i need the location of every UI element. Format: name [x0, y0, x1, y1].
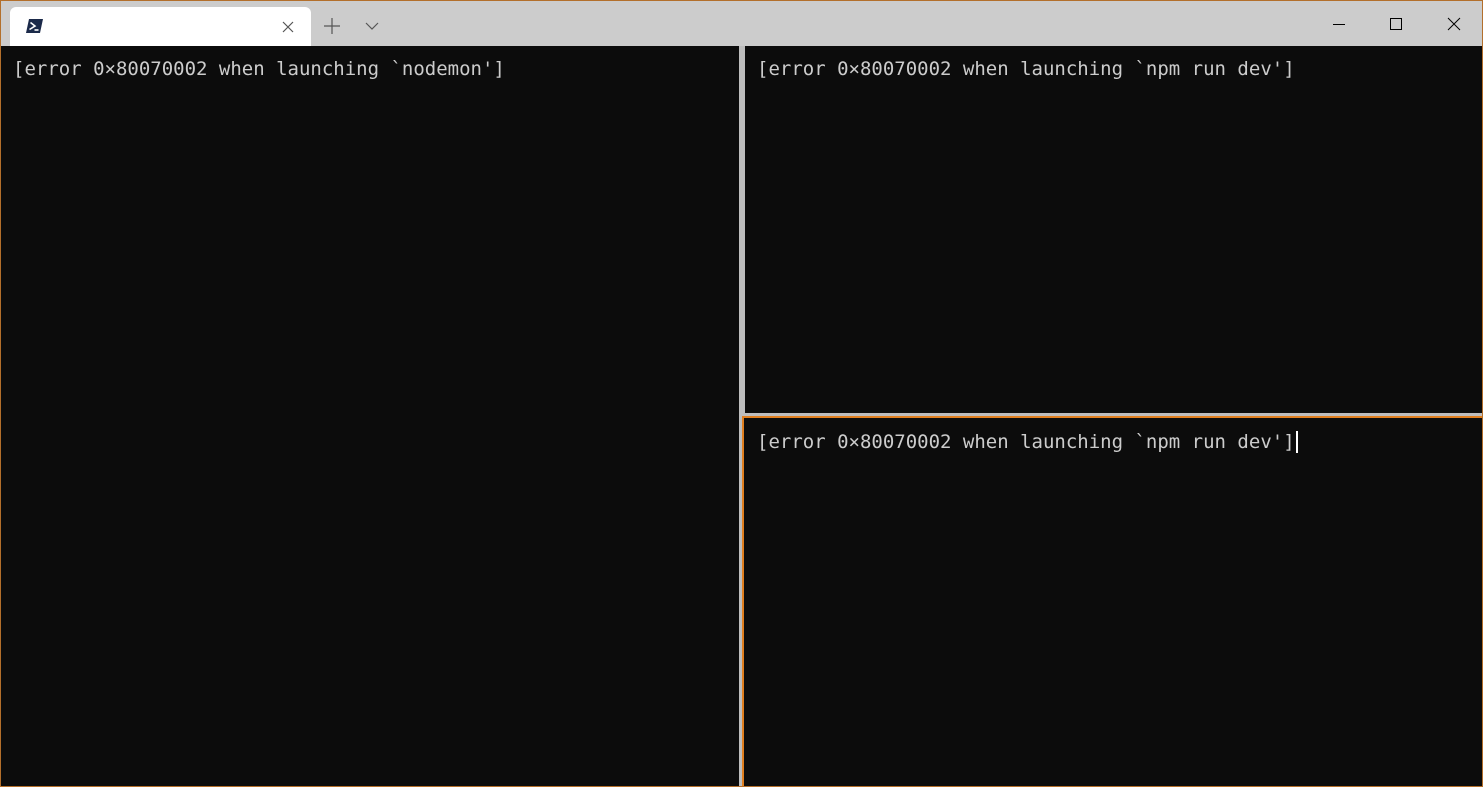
terminal-pane-left[interactable]: [error 0×80070002 when launching `nodemo…: [1, 46, 739, 786]
minimize-icon: [1333, 23, 1345, 25]
close-icon[interactable]: [280, 19, 296, 35]
tab-powershell[interactable]: [10, 7, 311, 46]
maximize-button[interactable]: [1367, 1, 1425, 46]
terminal-output-line: [error 0×80070002 when launching `npm ru…: [757, 430, 1298, 454]
terminal-pane-bottom-right-focused[interactable]: [error 0×80070002 when launching `npm ru…: [742, 416, 1482, 786]
terminal-output: [error 0×80070002 when launching `npm ru…: [757, 58, 1295, 80]
close-icon: [1447, 17, 1461, 30]
window-close-button[interactable]: [1425, 1, 1482, 46]
title-bar[interactable]: [1, 1, 1482, 46]
chevron-down-icon[interactable]: [359, 13, 385, 39]
terminal-window: [error 0×80070002 when launching `nodemo…: [0, 0, 1483, 787]
maximize-icon: [1390, 17, 1402, 30]
text-cursor: [1295, 431, 1298, 453]
minimize-button[interactable]: [1310, 1, 1368, 46]
terminal-output: [error 0×80070002 when launching `npm ru…: [757, 431, 1295, 453]
terminal-pane-top-right[interactable]: [error 0×80070002 when launching `npm ru…: [745, 46, 1482, 413]
plus-icon[interactable]: [319, 13, 345, 39]
terminal-output: [error 0×80070002 when launching `nodemo…: [13, 58, 505, 80]
powershell-icon: [26, 18, 44, 34]
